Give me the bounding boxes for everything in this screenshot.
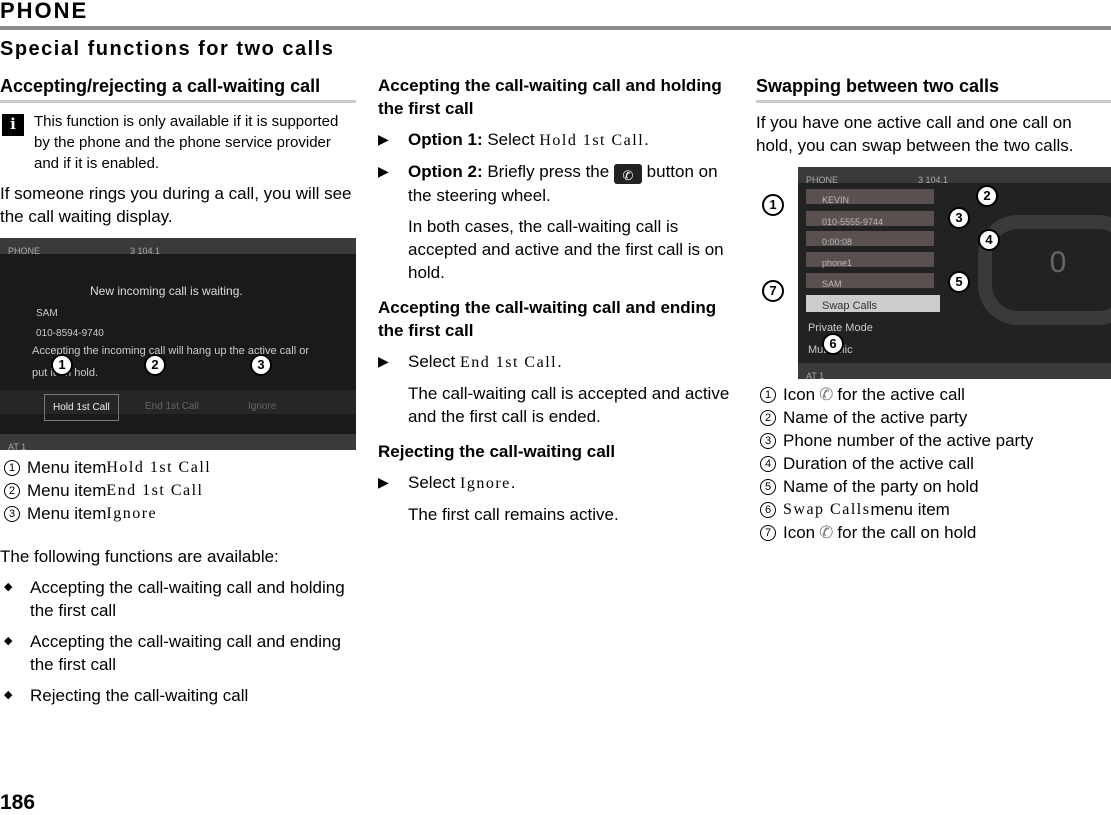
legend-item: 1 Menu item Hold 1st Call xyxy=(0,456,356,479)
callout-3: 3 xyxy=(948,207,970,229)
screen-button-end: End 1st Call xyxy=(145,401,199,412)
heading: Accepting/rejecting a call-waiting call xyxy=(0,74,356,103)
legend-item: 4 Duration of the active call xyxy=(756,452,1111,475)
screen-button-hold: Hold 1st Call xyxy=(44,394,119,421)
diamond-bullet-icon: ◆ xyxy=(4,581,13,593)
callout-5: 5 xyxy=(948,271,970,293)
active-call-duration: 0:00:08 xyxy=(806,231,934,247)
legend-item: 6 Swap Calls menu item xyxy=(756,498,1111,521)
swap-calls-screen-image: PHONE 3 104.1 KEVIN 010-5555-9744 0:00:08… xyxy=(798,167,1111,379)
callout-2: 2 xyxy=(976,185,998,207)
screen-status: 3 104.1 xyxy=(130,246,161,256)
heading: Rejecting the call-waiting call xyxy=(378,442,616,461)
intro-text: If you have one active call and one call… xyxy=(756,113,1074,155)
chapter-title: PHONE xyxy=(0,0,89,23)
screen-footer: AT 1 xyxy=(0,434,356,450)
arrow-icon: ▶ xyxy=(378,163,389,179)
callout-7: 7 xyxy=(762,280,784,302)
intro-text: If someone rings you during a call, you … xyxy=(0,184,352,226)
legend-list: 1 Icon ✆ for the active call 2 Name of the… xyxy=(756,383,1111,544)
legend-item: 2 Name of the active party xyxy=(756,406,1111,429)
page-number: 186 xyxy=(0,791,36,814)
legend-item: 7 Icon ✆ for the call on hold xyxy=(756,521,1111,544)
screen-title: PHONE xyxy=(8,246,41,256)
heading: Accepting the call-waiting call and hold… xyxy=(378,76,722,118)
screen-button-ignore: Ignore xyxy=(248,401,277,412)
header-rule xyxy=(0,26,1111,30)
legend-item: 5 Name of the party on hold xyxy=(756,475,1111,498)
legend-item: 1 Icon ✆ for the active call xyxy=(756,383,1111,406)
bullet-item: ◆ Accepting the call-waiting call and hol… xyxy=(0,576,356,622)
step: ▶ Select Ignore. xyxy=(378,471,730,495)
diamond-bullet-icon: ◆ xyxy=(4,689,13,701)
section-title: Special functions for two calls xyxy=(0,38,335,60)
bullet-item: ◆ Rejecting the call-waiting call xyxy=(0,684,356,707)
callout-6: 6 xyxy=(822,333,844,355)
screen-message: New incoming call is waiting. xyxy=(90,284,243,298)
phone-hold-icon: ✆ xyxy=(819,523,834,542)
screen-swap-calls: Swap Calls xyxy=(806,295,940,312)
call-waiting-screen-image: PHONE 3 104.1 New incoming call is waitin… xyxy=(0,238,356,450)
callout-1: 1 xyxy=(51,354,73,376)
arrow-icon: ▶ xyxy=(378,474,389,490)
result-text: The call-waiting call is accepted and ac… xyxy=(408,384,730,426)
step-option-2: ▶ Option 2: Briefly press the ✆ button on… xyxy=(378,162,718,205)
legend-item: 2 Menu item End 1st Call xyxy=(0,479,356,502)
legend-list: 1 Menu item Hold 1st Call 2 Menu item End … xyxy=(0,456,356,525)
active-party-name: KEVIN xyxy=(806,189,934,205)
column-2: Accepting the call-waiting call and hold… xyxy=(378,74,730,538)
arrow-icon: ▶ xyxy=(378,353,389,369)
hold-party-name: SAM xyxy=(806,273,934,289)
legend-item: 3 Menu item Ignore xyxy=(0,502,356,525)
callout-2: 2 xyxy=(144,354,166,376)
step-option-1: ▶ Option 1: Select Hold 1st Call. xyxy=(378,128,730,152)
step: ▶ Select End 1st Call. xyxy=(378,350,730,374)
info-icon: i xyxy=(2,114,24,136)
callout-4: 4 xyxy=(978,229,1000,251)
note-text: This function is only available if it is… xyxy=(34,113,339,172)
arrow-icon: ▶ xyxy=(378,131,389,147)
info-note: i This function is only available if it i… xyxy=(0,111,356,174)
callout-1: 1 xyxy=(762,194,784,216)
phone-button-icon: ✆ xyxy=(613,164,642,184)
callout-3: 3 xyxy=(250,354,272,376)
bullet-item: ◆ Accepting the call-waiting call and end… xyxy=(0,630,356,676)
heading: Swapping between two calls xyxy=(756,74,1111,103)
column-3: Swapping between two calls If you have o… xyxy=(756,74,1111,544)
phone-active-icon: ✆ xyxy=(819,385,834,404)
active-party-number: 010-5555-9744 xyxy=(806,211,934,227)
diamond-bullet-icon: ◆ xyxy=(4,635,13,647)
result-text: In both cases, the call-waiting call is … xyxy=(408,217,724,282)
screen-warning: Accepting the incoming call will hang up… xyxy=(32,345,309,379)
legend-item: 3 Phone number of the active party xyxy=(756,429,1111,452)
result-text: The first call remains active. xyxy=(408,505,619,524)
heading: Accepting the call-waiting call and endi… xyxy=(378,298,717,340)
available-text: The following functions are available: xyxy=(0,547,279,566)
column-1: Accepting/rejecting a call-waiting call … xyxy=(0,74,356,715)
